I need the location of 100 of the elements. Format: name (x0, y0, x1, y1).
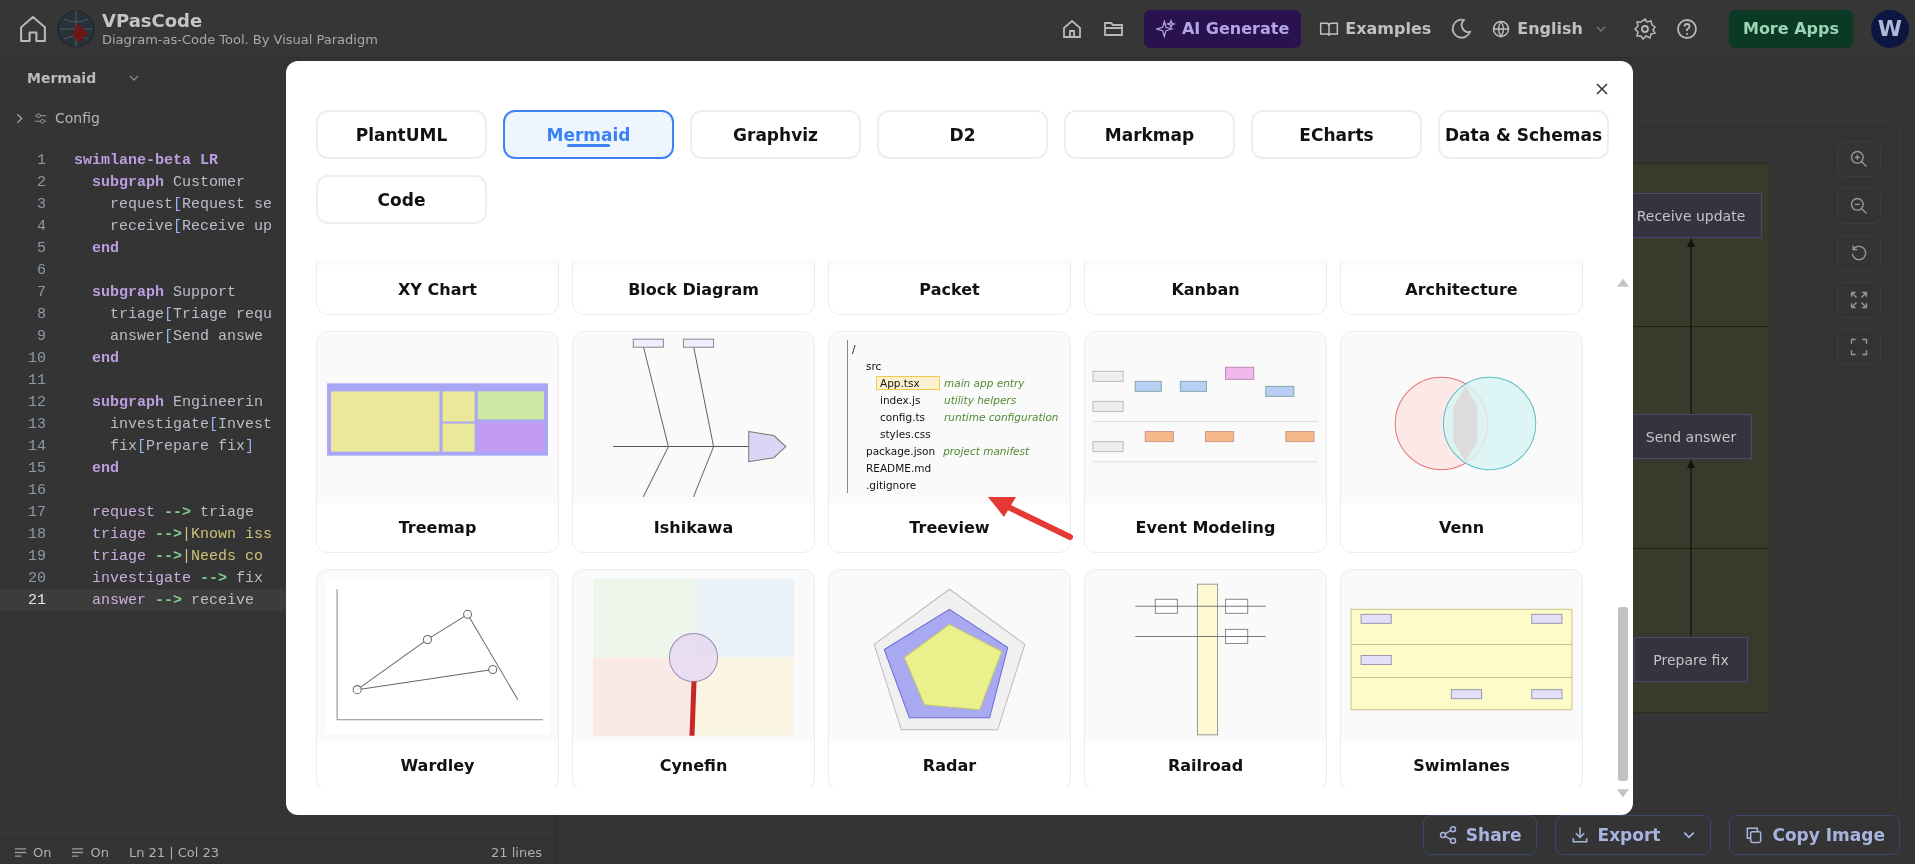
card-title: Block Diagram (628, 280, 759, 299)
help-icon[interactable] (1674, 16, 1699, 41)
example-card[interactable]: Swimlanes (1340, 569, 1583, 788)
example-card[interactable]: XY Chart (316, 260, 559, 315)
cursor-position: Ln 21 | Col 23 (128, 844, 220, 860)
config-toggle[interactable]: Config (55, 110, 100, 126)
example-card[interactable]: Treemap (316, 331, 559, 553)
fullscreen-button[interactable] (1837, 329, 1881, 365)
more-apps-button[interactable]: More Apps (1728, 9, 1853, 48)
wrap-icon[interactable] (71, 845, 85, 859)
code-line: triage -->|Known iss (91, 525, 273, 543)
list-icon[interactable] (14, 845, 27, 859)
tree-item: .gitignore (865, 477, 918, 492)
tree-item: src (865, 358, 883, 373)
example-card[interactable]: Kanban (1084, 260, 1327, 315)
line-number: 4 (36, 217, 46, 235)
tree-item: / (851, 341, 857, 356)
card-title: Packet (919, 280, 980, 299)
language-select[interactable]: English (1491, 18, 1607, 39)
code-line: answer[Send answe (109, 327, 264, 345)
tree-item: README.md (865, 460, 933, 475)
examples-button[interactable]: Examples (1319, 18, 1432, 39)
rotate-icon (1849, 243, 1869, 263)
settings-icon[interactable] (1632, 16, 1657, 41)
line-number: 12 (27, 393, 46, 411)
line-number: 20 (27, 569, 46, 587)
line-number: 10 (27, 349, 46, 367)
reset-button[interactable] (1837, 235, 1881, 271)
tree-item: config.ts (879, 409, 927, 424)
code-line: subgraph Customer (91, 173, 246, 191)
status-toggle[interactable]: On (90, 844, 109, 860)
zoom-out-icon (1849, 196, 1869, 216)
fit-button[interactable] (1837, 282, 1881, 318)
user-avatar[interactable]: W (1871, 9, 1909, 48)
example-card[interactable]: Block Diagram (572, 260, 815, 315)
category-tab[interactable]: D2 (877, 110, 1048, 159)
zoom-in-icon (1849, 149, 1869, 169)
app-subtitle: Diagram-as-Code Tool. By Visual Paradigm (102, 31, 378, 48)
tree-note: main app entry (944, 376, 1025, 389)
line-number: 21 (27, 591, 46, 609)
line-number: 14 (27, 437, 46, 455)
zoom-out-button[interactable] (1837, 188, 1881, 224)
example-card[interactable]: Packet (828, 260, 1071, 315)
sliders-icon (34, 111, 47, 125)
code-line: subgraph Engineerin (91, 393, 264, 411)
example-card[interactable]: Event Modeling (1084, 331, 1327, 553)
example-card[interactable]: Architecture (1340, 260, 1583, 315)
line-number: 19 (27, 547, 46, 565)
example-card[interactable]: Railroad (1084, 569, 1327, 788)
zoom-in-button[interactable] (1837, 141, 1881, 177)
example-card[interactable]: Wardley (316, 569, 559, 788)
line-number: 3 (36, 195, 46, 213)
expand-arrows-icon (1849, 290, 1869, 310)
card-title: Architecture (1405, 280, 1518, 299)
line-number: 13 (27, 415, 46, 433)
line-number: 7 (36, 283, 46, 301)
line-count: 21 lines (491, 844, 542, 860)
example-card[interactable]: / src App.tsx main app entry index.js utility helpers config.ts runtime configuration styles.css package.json project manifest README.md .gitignore Treeview (828, 331, 1071, 553)
card-title: Treeview (909, 518, 990, 537)
line-number: 17 (27, 503, 46, 521)
diagram-node: Send answer (1630, 414, 1752, 459)
status-toggle[interactable]: On (33, 844, 52, 860)
category-tab[interactable]: ECharts (1251, 110, 1422, 159)
line-number: 15 (27, 459, 46, 477)
line-number: 5 (36, 239, 46, 257)
code-line: request[Request se (109, 195, 273, 213)
code-line: investigate[Invest (109, 415, 273, 433)
code-line: swimlane-beta LR (74, 151, 219, 169)
tree-note: project manifest (943, 444, 1030, 457)
ai-generate-button[interactable]: AI Generate (1143, 9, 1302, 48)
line-number: 11 (27, 371, 46, 389)
tree-note: runtime configuration (944, 410, 1059, 423)
code-line: investigate --> fix (91, 569, 264, 587)
example-card[interactable]: Cynefin (572, 569, 815, 788)
moon-icon[interactable] (1449, 16, 1474, 41)
example-card[interactable]: Venn (1340, 331, 1583, 553)
category-tab[interactable]: Markmap (1064, 110, 1235, 159)
category-tab[interactable]: Code (316, 175, 487, 224)
category-tab[interactable]: PlantUML (316, 110, 487, 159)
code-line: end (91, 459, 119, 477)
tree-item: App.tsx (876, 375, 940, 390)
sparkle-icon (1155, 18, 1176, 39)
language-dropdown[interactable]: Mermaid (27, 70, 141, 86)
tree-item: index.js (879, 392, 922, 407)
code-line: end (91, 239, 119, 257)
line-number: 6 (36, 261, 46, 279)
card-title: Venn (1438, 518, 1485, 537)
share-icon (1437, 825, 1458, 845)
category-tab[interactable]: Graphviz (690, 110, 861, 159)
example-card[interactable]: Ishikawa (572, 331, 815, 553)
copy-image-button[interactable]: Copy Image (1729, 815, 1900, 855)
card-title: Event Modeling (1135, 518, 1276, 537)
globe-icon (1491, 18, 1512, 39)
code-line: fix[Prepare fix] (109, 437, 255, 455)
scrollbar-thumb[interactable] (1618, 607, 1628, 781)
category-tab[interactable]: Data & Schemas (1438, 110, 1609, 159)
diagram-node: Prepare fix (1634, 637, 1748, 682)
card-title: Radar (922, 756, 977, 775)
tree-item: styles.css (879, 426, 932, 441)
example-card[interactable]: Radar (828, 569, 1071, 788)
